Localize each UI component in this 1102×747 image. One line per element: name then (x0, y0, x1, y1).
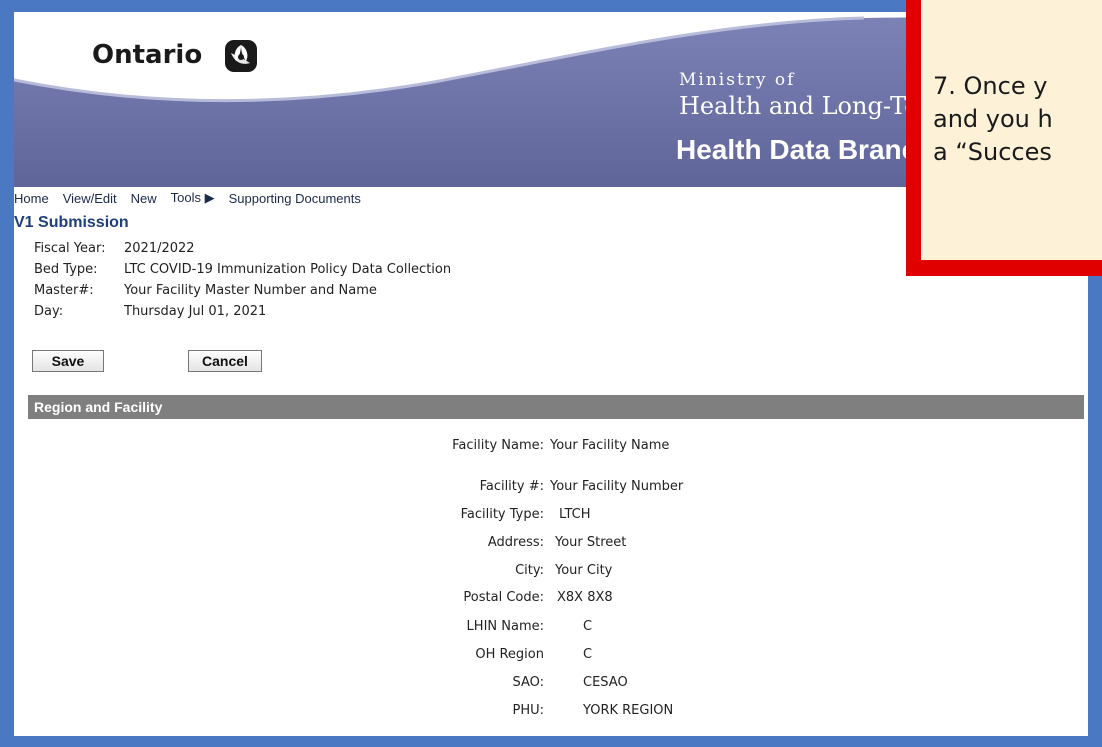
callout-line: a “Succes (933, 138, 1052, 166)
meta-label: Bed Type: (34, 262, 98, 277)
page-title: V1 Submission (14, 214, 129, 231)
detail-value: C (583, 619, 593, 634)
detail-label: Facility Type: (460, 507, 544, 522)
tutorial-callout: 7. Once y and you h a “Succes (921, 0, 1102, 260)
callout-line: 7. Once y (933, 72, 1048, 100)
ontario-logo-text: Ontario (92, 40, 203, 70)
callout-line: and you h (933, 105, 1053, 133)
detail-label: Postal Code: (463, 590, 544, 605)
nav-view-edit[interactable]: View/Edit (63, 191, 117, 206)
detail-label: PHU: (512, 703, 544, 718)
detail-label: OH Region (475, 647, 544, 662)
detail-label: LHIN Name: (466, 619, 544, 634)
meta-value: Your Facility Master Number and Name (124, 283, 377, 298)
detail-value: Your Facility Number (550, 479, 684, 494)
nav-home[interactable]: Home (14, 191, 49, 206)
detail-label: Facility #: (479, 479, 544, 494)
nav-new[interactable]: New (131, 191, 157, 206)
meta-value: LTC COVID-19 Immunization Policy Data Co… (124, 262, 452, 277)
detail-value: YORK REGION (583, 703, 674, 718)
detail-value: Your Street (555, 535, 627, 550)
trillium-icon (225, 40, 257, 72)
meta-label: Master#: (34, 283, 94, 298)
detail-value: Your Facility Name (550, 438, 670, 453)
top-nav: Home View/Edit New Tools ▶ Supporting Do… (14, 188, 361, 208)
meta-value: 2021/2022 (124, 241, 195, 256)
detail-value: Your City (555, 563, 613, 578)
meta-value: Thursday Jul 01, 2021 (124, 304, 267, 319)
meta-row-fiscal-year: Fiscal Year: 2021/2022 (34, 238, 451, 259)
save-button[interactable]: Save (32, 350, 104, 372)
cancel-button[interactable]: Cancel (188, 350, 262, 372)
nav-supporting-documents[interactable]: Supporting Documents (229, 191, 361, 206)
detail-value: LTCH (559, 507, 591, 522)
detail-value: C (583, 647, 593, 662)
callout-text: 7. Once y and you h a “Succes (933, 70, 1102, 169)
meta-label: Day: (34, 304, 64, 319)
meta-row-master: Master#: Your Facility Master Number and… (34, 280, 451, 301)
detail-label: SAO: (512, 675, 544, 690)
meta-row-bed-type: Bed Type: LTC COVID-19 Immunization Poli… (34, 259, 451, 280)
detail-value: CESAO (583, 675, 628, 690)
detail-value: X8X 8X8 (557, 590, 613, 605)
meta-row-day: Day: Thursday Jul 01, 2021 (34, 301, 451, 322)
detail-label: City: (515, 563, 544, 578)
meta-label: Fiscal Year: (34, 241, 106, 256)
detail-label: Address: (487, 535, 544, 550)
submission-meta: Fiscal Year: 2021/2022 Bed Type: LTC COV… (34, 238, 451, 322)
region-facility-header: Region and Facility (28, 395, 1084, 419)
detail-label: Facility Name: (452, 438, 544, 453)
branch-name: Health Data Branch (676, 134, 935, 165)
ministry-of-label: Ministry of (679, 70, 796, 90)
nav-tools[interactable]: Tools ▶ (171, 190, 215, 206)
